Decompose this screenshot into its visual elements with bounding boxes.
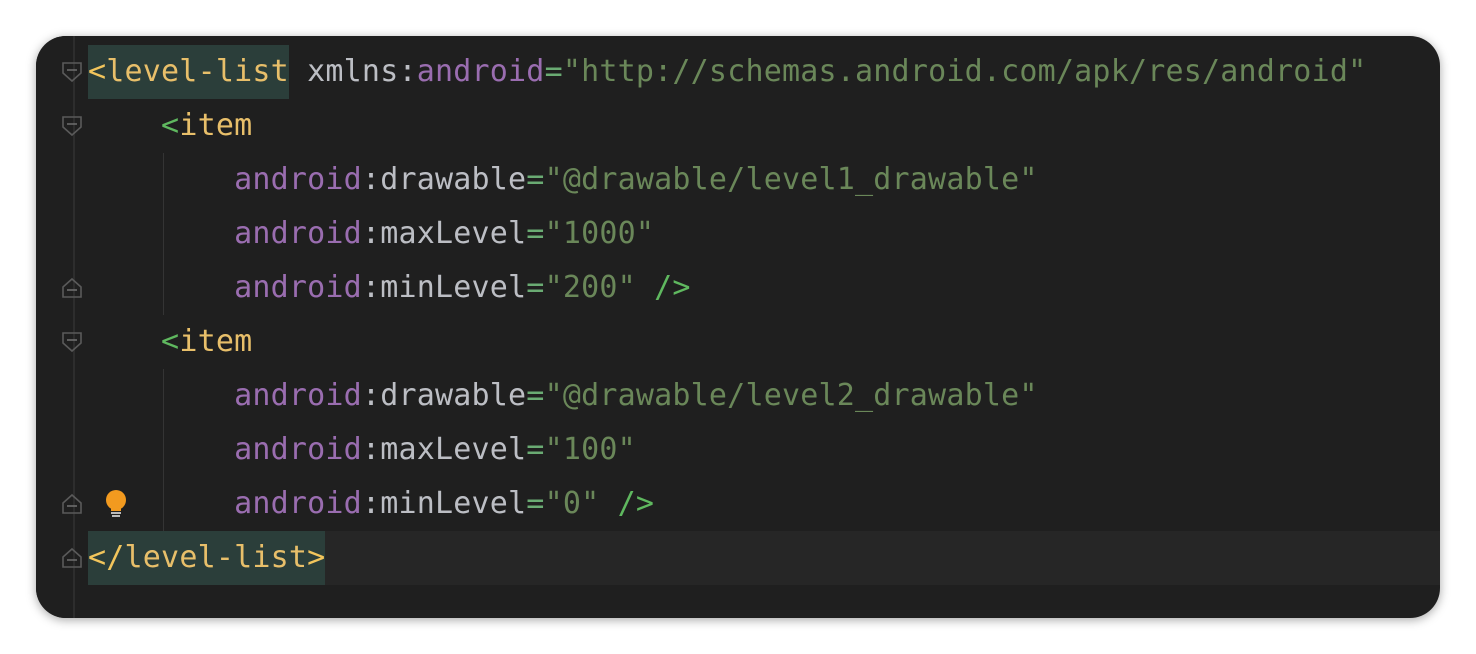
code-token: drawable <box>380 378 527 413</box>
code-token: = <box>526 432 545 467</box>
code-token: < <box>88 45 107 99</box>
fold-close-icon[interactable] <box>61 547 83 569</box>
code-token: = <box>526 216 545 251</box>
code-token: : <box>398 54 417 89</box>
code-token: "1000" <box>544 216 655 251</box>
code-token: "http://schemas.android.com/apk/res/andr… <box>562 54 1367 89</box>
fold-open-icon[interactable] <box>61 115 83 137</box>
fold-open-icon[interactable] <box>61 61 83 83</box>
code-token: = <box>526 162 545 197</box>
code-editor-window: <level-list xmlns:android="http://schema… <box>36 36 1440 618</box>
code-token: android <box>234 270 362 305</box>
code-token: level-list <box>106 45 289 99</box>
code-token: < <box>161 324 180 359</box>
indent-guide <box>163 423 165 477</box>
code-token: minLevel <box>380 486 527 521</box>
code-area[interactable]: <level-list xmlns:android="http://schema… <box>88 45 1440 585</box>
code-token: android <box>234 216 362 251</box>
code-token: "100" <box>544 432 636 467</box>
code-line[interactable]: android:drawable="@drawable/level1_drawa… <box>88 153 1440 207</box>
code-line[interactable]: android:minLevel="200" /> <box>88 261 1440 315</box>
fold-close-icon[interactable] <box>61 493 83 515</box>
code-token: android <box>234 432 362 467</box>
code-token: </ <box>88 531 125 585</box>
code-token: drawable <box>380 162 527 197</box>
code-token: /> <box>599 486 655 521</box>
code-token: minLevel <box>380 270 527 305</box>
code-token: maxLevel <box>380 216 527 251</box>
code-token: "200" <box>544 270 636 305</box>
code-token: android <box>416 54 545 89</box>
code-token: android <box>234 378 362 413</box>
code-token: : <box>361 270 381 305</box>
code-line[interactable]: <item <box>88 315 1440 369</box>
code-token: "@drawable/level1_drawable" <box>544 162 1038 197</box>
fold-close-icon[interactable] <box>61 277 83 299</box>
code-token: : <box>361 162 381 197</box>
code-line[interactable]: android:minLevel="0" /> <box>88 477 1440 531</box>
indent-guide <box>163 207 165 261</box>
code-token: xmlns <box>288 54 399 89</box>
code-token: /> <box>635 270 691 305</box>
code-token: = <box>526 270 545 305</box>
code-token: item <box>179 108 253 143</box>
code-token: : <box>361 378 381 413</box>
code-token: : <box>361 486 381 521</box>
code-token: = <box>526 378 545 413</box>
code-token: = <box>526 486 545 521</box>
code-token: < <box>161 108 180 143</box>
code-line[interactable]: <level-list xmlns:android="http://schema… <box>88 45 1440 99</box>
indent-guide <box>163 369 165 423</box>
code-token: android <box>234 486 362 521</box>
code-token: level-list <box>124 531 308 585</box>
indent-guide <box>163 261 165 315</box>
indent-guide <box>163 153 165 207</box>
code-token: = <box>544 54 563 89</box>
code-token: android <box>234 162 362 197</box>
code-token: "@drawable/level2_drawable" <box>544 378 1038 413</box>
fold-open-icon[interactable] <box>61 331 83 353</box>
indent-guide <box>163 477 165 531</box>
code-line[interactable]: android:drawable="@drawable/level2_drawa… <box>88 369 1440 423</box>
code-line[interactable]: android:maxLevel="100" <box>88 423 1440 477</box>
code-token: > <box>307 531 326 585</box>
code-line[interactable]: </level-list> <box>88 531 1440 585</box>
code-token: maxLevel <box>380 432 527 467</box>
code-line[interactable]: <item <box>88 99 1440 153</box>
code-token: item <box>179 324 253 359</box>
code-token: : <box>361 432 381 467</box>
lightbulb-icon[interactable] <box>104 489 128 519</box>
code-token: : <box>361 216 381 251</box>
code-line[interactable]: android:maxLevel="1000" <box>88 207 1440 261</box>
code-token: "0" <box>544 486 600 521</box>
